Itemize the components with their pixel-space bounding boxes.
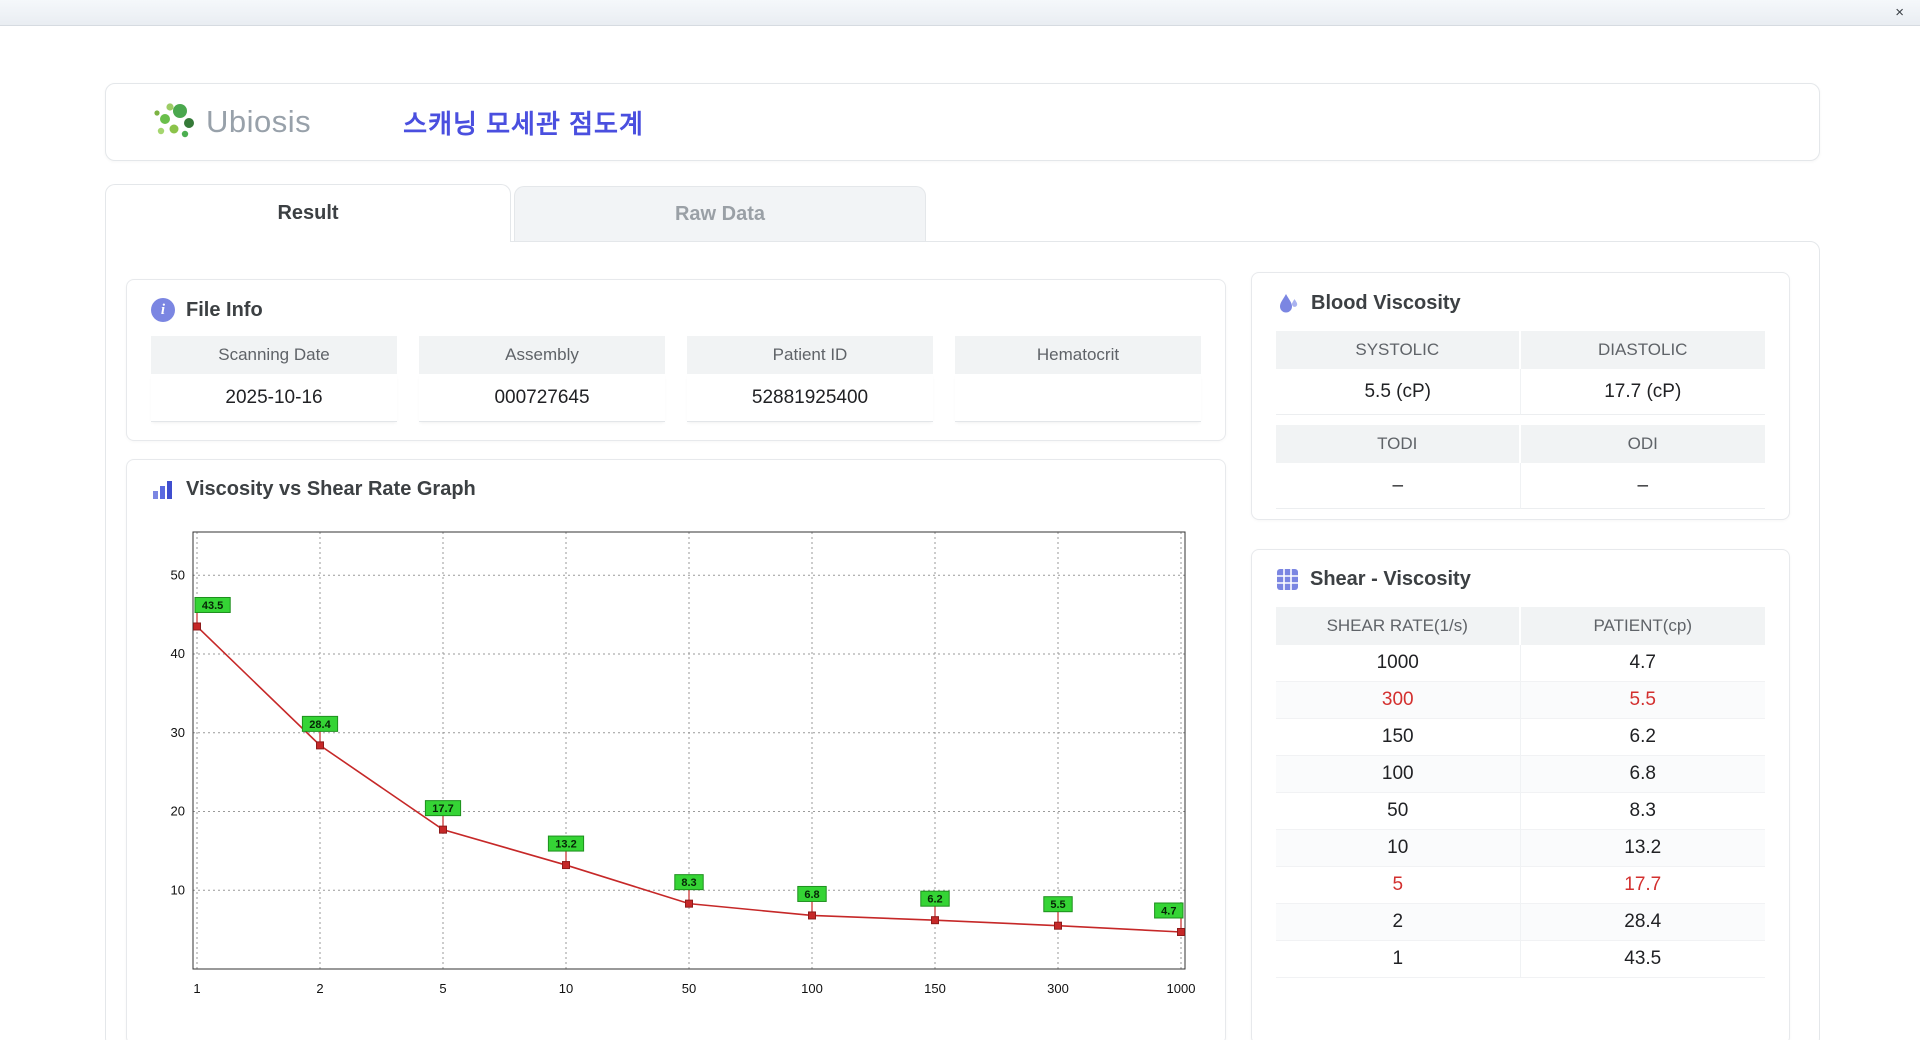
grid-table-icon xyxy=(1277,569,1298,590)
shear-rate-cell: 2 xyxy=(1276,904,1521,941)
ubiosis-logo: Ubiosis xyxy=(150,99,311,145)
svg-text:6.2: 6.2 xyxy=(927,894,942,906)
shear-rate-cell: 5 xyxy=(1276,867,1521,904)
patient-viscosity-cell: 17.7 xyxy=(1520,867,1765,904)
svg-text:10: 10 xyxy=(171,882,185,897)
shear-rate-cell: 150 xyxy=(1276,719,1521,756)
field-label: Hematocrit xyxy=(955,336,1201,374)
svg-text:40: 40 xyxy=(171,646,185,661)
svg-text:17.7: 17.7 xyxy=(432,803,453,815)
svg-text:50: 50 xyxy=(682,981,696,994)
ubiosis-logo-icon xyxy=(154,103,194,138)
svg-text:4.7: 4.7 xyxy=(1161,905,1176,917)
file-info-title: File Info xyxy=(186,298,263,321)
viscosity-graph-card: Viscosity vs Shear Rate Graph 10 20 30 40 50… xyxy=(126,459,1226,1040)
svg-text:2: 2 xyxy=(316,981,323,994)
field-patient-id: Patient ID 52881925400 xyxy=(687,336,933,422)
app-window: Ubiosis 스캐닝 모세관 점도계 Result Raw Data i Fi… xyxy=(0,26,1920,1040)
field-label: Patient ID xyxy=(687,336,933,374)
svg-text:5.5: 5.5 xyxy=(1050,899,1065,911)
patient-viscosity-cell: 5.5 xyxy=(1520,682,1765,719)
patient-viscosity-cell: 13.2 xyxy=(1520,830,1765,867)
blood-viscosity-table-2: TODI ODI – – xyxy=(1276,425,1765,509)
tab-result[interactable]: Result xyxy=(105,184,511,242)
blood-viscosity-title: Blood Viscosity xyxy=(1311,291,1461,314)
blood-viscosity-card: Blood Viscosity SYSTOLIC DIASTOLIC 5.5 (… xyxy=(1251,272,1790,520)
field-value: 52881925400 xyxy=(687,374,933,422)
page-title: 스캐닝 모세관 점도계 xyxy=(403,108,644,139)
svg-text:5: 5 xyxy=(439,981,446,994)
shear-rate-column-header: SHEAR RATE(1/s) xyxy=(1276,607,1521,645)
logo-wordmark: Ubiosis xyxy=(206,104,312,139)
shear-viscosity-card: Shear - Viscosity SHEAR RATE(1/s) PATIEN… xyxy=(1251,549,1790,1040)
shear-rate-cell: 100 xyxy=(1276,756,1521,793)
shear-rate-cell: 1000 xyxy=(1276,645,1521,682)
svg-text:20: 20 xyxy=(171,804,185,819)
patient-column-header: PATIENT(cp) xyxy=(1520,607,1765,645)
svg-text:8.3: 8.3 xyxy=(681,877,696,889)
tab-raw-data[interactable]: Raw Data xyxy=(514,186,926,241)
header-card: Ubiosis 스캐닝 모세관 점도계 xyxy=(105,83,1820,161)
svg-text:1000: 1000 xyxy=(1167,981,1196,994)
odi-value: – xyxy=(1520,463,1765,509)
svg-text:10: 10 xyxy=(559,981,573,994)
graph-title: Viscosity vs Shear Rate Graph xyxy=(186,478,476,500)
viscosity-chart: 10 20 30 40 50 1 2 5 10 50 100 150 300 1000 43.5 28.4 17… xyxy=(171,531,1196,994)
file-info-card: i File Info Scanning Date 2025-10-16 Ass… xyxy=(126,279,1226,441)
svg-text:100: 100 xyxy=(801,981,823,994)
svg-text:1: 1 xyxy=(193,981,200,994)
shear-table: SHEAR RATE(1/s) PATIENT(cp) 1000 4.7 300 5.… xyxy=(1276,607,1765,978)
droplet-icon xyxy=(1280,294,1298,313)
shear-rate-cell: 300 xyxy=(1276,682,1521,719)
field-hematocrit: Hematocrit xyxy=(955,336,1201,422)
blood-viscosity-table-1: SYSTOLIC DIASTOLIC 5.5 (cP) 17.7 (cP) xyxy=(1276,331,1765,415)
todi-header: TODI xyxy=(1276,425,1521,463)
field-label: Scanning Date xyxy=(151,336,397,374)
patient-viscosity-cell: 28.4 xyxy=(1520,904,1765,941)
file-info-fields: Scanning Date 2025-10-16 Assembly 000727… xyxy=(127,334,1225,422)
patient-viscosity-cell: 4.7 xyxy=(1520,645,1765,682)
bar-chart-icon xyxy=(153,480,172,499)
field-value: 2025-10-16 xyxy=(151,374,397,422)
shear-rate-cell: 50 xyxy=(1276,793,1521,830)
patient-viscosity-cell: 43.5 xyxy=(1520,941,1765,978)
field-label: Assembly xyxy=(419,336,665,374)
shear-rate-cell: 1 xyxy=(1276,941,1521,978)
diastolic-value: 17.7 (cP) xyxy=(1520,369,1765,415)
systolic-header: SYSTOLIC xyxy=(1276,331,1521,369)
svg-text:6.8: 6.8 xyxy=(804,889,819,901)
svg-text:300: 300 xyxy=(1047,981,1069,994)
svg-text:43.5: 43.5 xyxy=(202,600,223,612)
field-assembly: Assembly 000727645 xyxy=(419,336,665,422)
window-titlebar: × xyxy=(0,0,1920,26)
shear-viscosity-title: Shear - Viscosity xyxy=(1310,568,1471,590)
svg-text:28.4: 28.4 xyxy=(309,719,331,731)
todi-value: – xyxy=(1276,463,1521,509)
close-icon[interactable]: × xyxy=(1895,3,1904,23)
field-value: 000727645 xyxy=(419,374,665,422)
svg-text:30: 30 xyxy=(171,725,185,740)
svg-text:150: 150 xyxy=(924,981,946,994)
field-scanning-date: Scanning Date 2025-10-16 xyxy=(151,336,397,422)
svg-text:50: 50 xyxy=(171,567,185,582)
svg-text:13.2: 13.2 xyxy=(555,839,576,851)
patient-viscosity-cell: 6.8 xyxy=(1520,756,1765,793)
patient-viscosity-cell: 6.2 xyxy=(1520,719,1765,756)
systolic-value: 5.5 (cP) xyxy=(1276,369,1521,415)
odi-header: ODI xyxy=(1520,425,1765,463)
patient-viscosity-cell: 8.3 xyxy=(1520,793,1765,830)
field-value xyxy=(955,374,1201,422)
info-icon: i xyxy=(151,298,175,322)
shear-rate-cell: 10 xyxy=(1276,830,1521,867)
diastolic-header: DIASTOLIC xyxy=(1520,331,1765,369)
